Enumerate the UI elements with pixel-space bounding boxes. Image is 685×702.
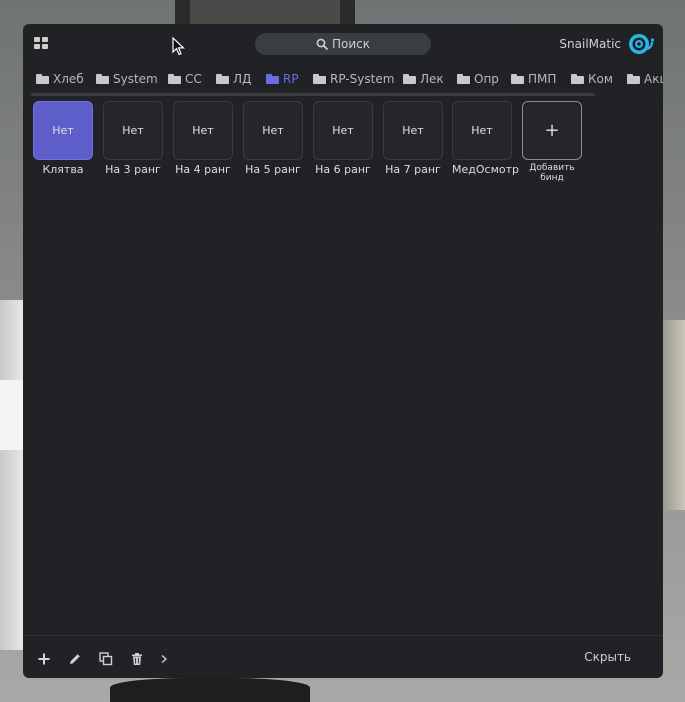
expand-button[interactable] xyxy=(157,651,171,665)
tab-rp[interactable]: RP xyxy=(266,72,299,86)
delete-button[interactable] xyxy=(130,651,144,665)
bind-item[interactable]: Нет На 6 ранг xyxy=(313,101,373,176)
folder-icon xyxy=(36,74,49,84)
search-icon xyxy=(316,38,328,50)
tab-label: Акц xyxy=(644,72,663,86)
tab-akc[interactable]: Акц xyxy=(627,72,663,86)
bind-item[interactable]: Нет На 4 ранг xyxy=(173,101,233,176)
chevron-right-icon xyxy=(161,654,168,664)
tabs-scrollbar[interactable] xyxy=(31,93,595,96)
folder-icon xyxy=(168,74,181,84)
bind-key: Нет xyxy=(383,101,443,160)
background-left-object xyxy=(0,300,24,650)
bind-name: На 4 ранг xyxy=(175,163,231,176)
tab-label: Хлеб xyxy=(53,72,84,86)
background-left-highlight xyxy=(0,380,24,450)
add-bind-button[interactable]: + Добавить бинд xyxy=(522,101,582,183)
tab-ld[interactable]: ЛД xyxy=(216,72,251,86)
tab-label: RP-System xyxy=(330,72,395,86)
folder-icon xyxy=(216,74,229,84)
bind-item[interactable]: Нет Клятва xyxy=(33,101,93,176)
bind-key: Нет xyxy=(103,101,163,160)
copy-button[interactable] xyxy=(99,651,113,666)
tab-label: Лек xyxy=(420,72,444,86)
top-bar: Поиск SnailMatic xyxy=(23,24,663,64)
tab-pmp[interactable]: ПМП xyxy=(511,72,556,86)
bind-key: Нет xyxy=(33,101,93,160)
tab-label: CC xyxy=(185,72,202,86)
folder-icon xyxy=(457,74,470,84)
add-bind-label: Добавить бинд xyxy=(529,163,575,183)
tab-opr[interactable]: Опр xyxy=(457,72,499,86)
tab-kom[interactable]: Ком xyxy=(571,72,613,86)
bind-name: На 6 ранг xyxy=(315,163,371,176)
grid-menu-icon[interactable] xyxy=(34,37,50,51)
edit-button[interactable] xyxy=(68,651,82,665)
search-button[interactable]: Поиск xyxy=(255,33,431,55)
background-right-object xyxy=(663,320,685,510)
plus-icon: + xyxy=(522,101,582,160)
bind-key: Нет xyxy=(243,101,303,160)
tab-label: System xyxy=(113,72,158,86)
add-button[interactable] xyxy=(37,651,51,665)
bind-item[interactable]: Нет На 7 ранг xyxy=(383,101,443,176)
tab-lek[interactable]: Лек xyxy=(403,72,444,86)
folder-icon xyxy=(511,74,524,84)
pencil-icon xyxy=(70,654,80,664)
trash-icon xyxy=(132,653,142,665)
search-label: Поиск xyxy=(331,37,370,51)
tab-label: ЛД xyxy=(233,72,252,86)
bind-name: Клятва xyxy=(42,163,84,176)
bind-name: На 5 ранг xyxy=(245,163,301,176)
bind-key: Нет xyxy=(313,101,373,160)
background-figure-top-inner xyxy=(190,0,340,24)
brand-name: SnailMatic xyxy=(559,37,621,51)
folder-icon xyxy=(96,74,109,84)
plus-icon xyxy=(38,653,50,665)
bind-name: На 7 ранг xyxy=(385,163,441,176)
bind-key: Нет xyxy=(173,101,233,160)
bind-name: На 3 ранг xyxy=(105,163,161,176)
folder-icon xyxy=(403,74,416,84)
bind-item[interactable]: Нет На 3 ранг xyxy=(103,101,163,176)
bind-item[interactable]: Нет МедОсмотр xyxy=(452,101,519,176)
tab-label: ПМП xyxy=(528,72,557,86)
footer-toolbar: Скрыть xyxy=(23,635,663,678)
binder-window: Поиск SnailMatic Хлеб System CC ЛД RP RP… xyxy=(23,24,663,678)
folder-icon xyxy=(313,74,326,84)
tab-hleb[interactable]: Хлеб xyxy=(36,72,84,86)
folder-icon xyxy=(266,74,279,84)
tab-label: Ком xyxy=(588,72,613,86)
hide-button[interactable]: Скрыть xyxy=(584,650,631,664)
tab-cc[interactable]: CC xyxy=(168,72,202,86)
tab-label: Опр xyxy=(474,72,499,86)
mouse-cursor-icon xyxy=(172,37,186,56)
tab-system[interactable]: System xyxy=(96,72,158,86)
snail-logo-icon xyxy=(629,34,655,54)
background-figure-bottom xyxy=(110,678,310,702)
bind-name: МедОсмотр xyxy=(452,163,519,176)
category-tabs: Хлеб System CC ЛД RP RP-System Лек Опр П… xyxy=(23,68,663,90)
folder-icon xyxy=(627,74,640,84)
folder-icon xyxy=(571,74,584,84)
bind-item[interactable]: Нет На 5 ранг xyxy=(243,101,303,176)
copy-icon xyxy=(99,652,113,666)
brand: SnailMatic xyxy=(559,31,655,57)
bind-key: Нет xyxy=(452,101,512,160)
tab-label: RP xyxy=(283,72,299,86)
tab-rp-system[interactable]: RP-System xyxy=(313,72,394,86)
